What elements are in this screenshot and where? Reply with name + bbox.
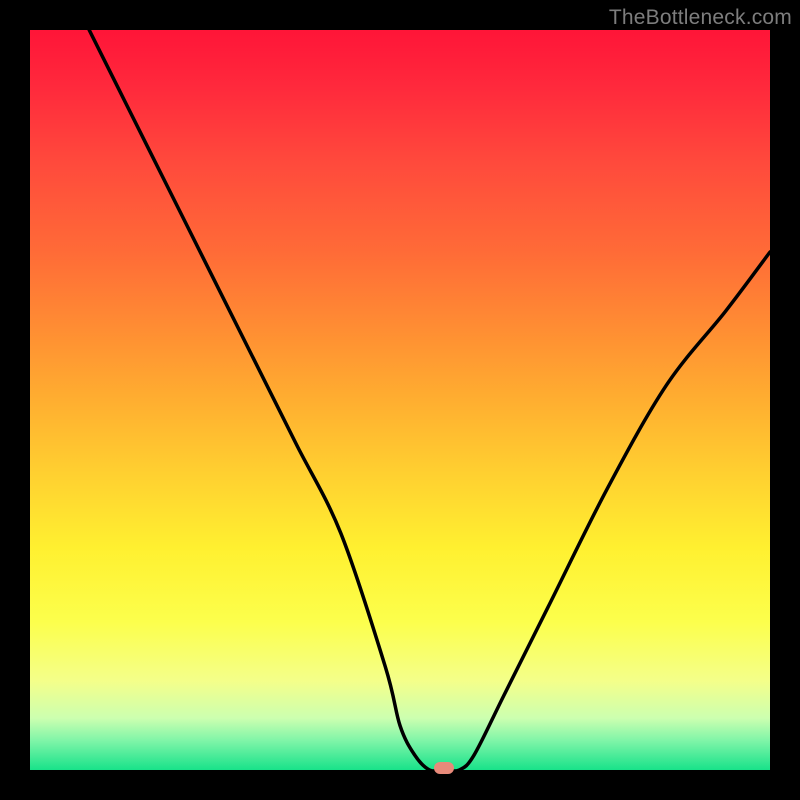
plot-area (30, 30, 770, 770)
minimum-marker (434, 762, 454, 774)
chart-stage: TheBottleneck.com (0, 0, 800, 800)
bottleneck-curve (30, 30, 770, 770)
watermark-text: TheBottleneck.com (609, 6, 792, 30)
